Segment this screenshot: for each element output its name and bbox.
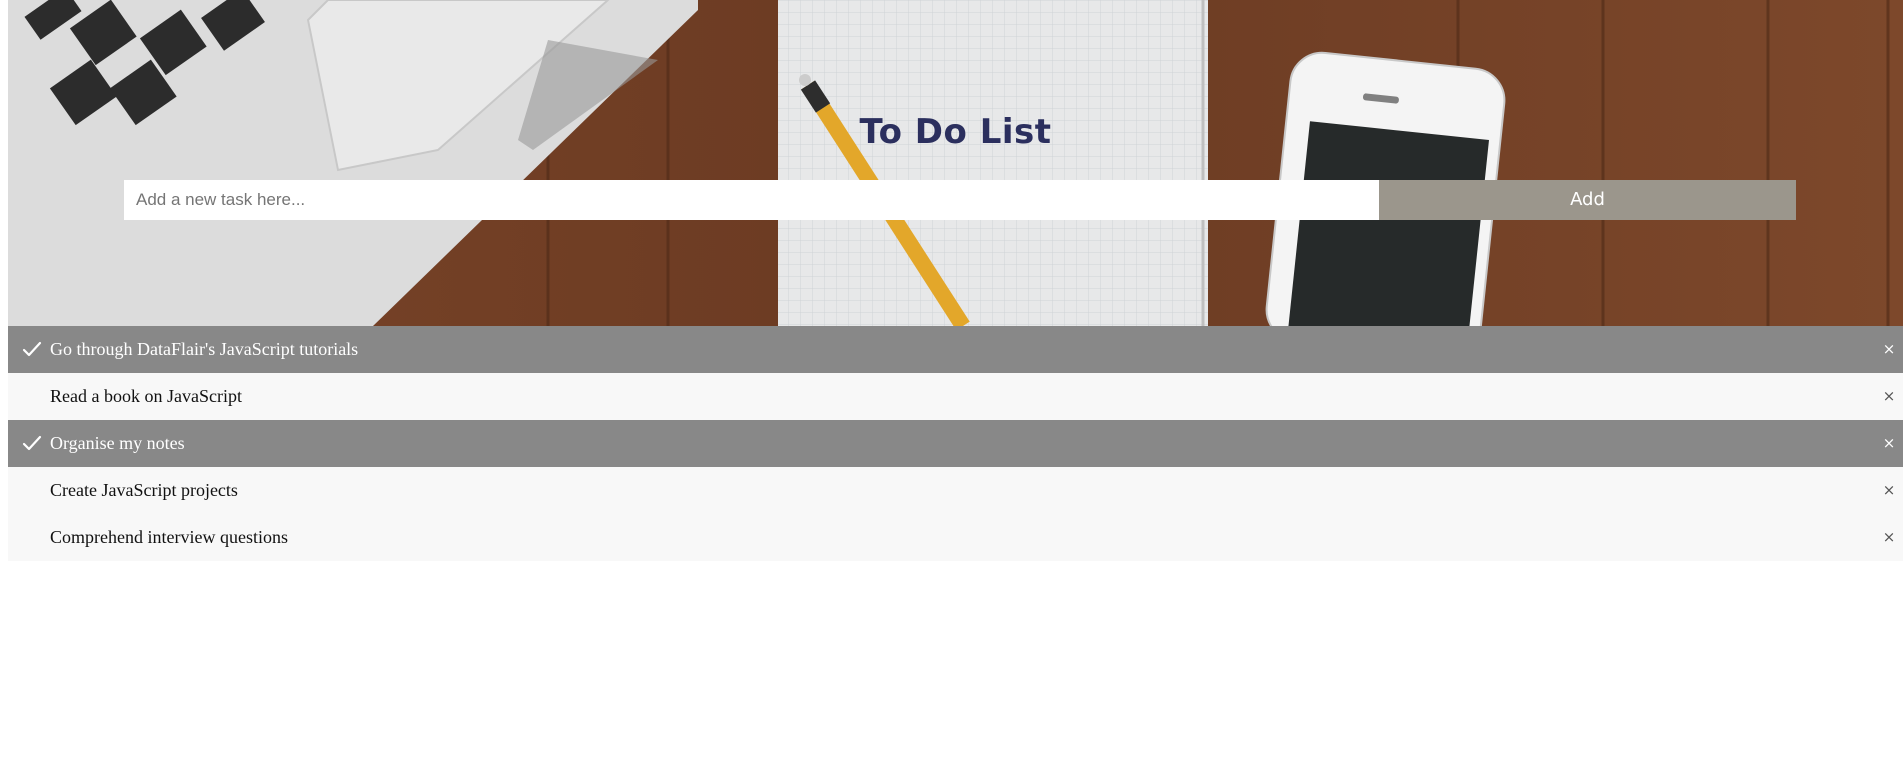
new-task-input[interactable] bbox=[124, 180, 1379, 220]
task-text: Go through DataFlair's JavaScript tutori… bbox=[50, 339, 359, 359]
task-text: Read a book on JavaScript bbox=[50, 386, 242, 406]
close-icon[interactable]: × bbox=[1875, 514, 1903, 561]
add-task-button[interactable]: Add bbox=[1379, 180, 1796, 220]
close-icon[interactable]: × bbox=[1875, 373, 1903, 420]
task-text: Organise my notes bbox=[50, 433, 185, 453]
task-item[interactable]: Go through DataFlair's JavaScript tutori… bbox=[8, 326, 1903, 373]
task-list: Go through DataFlair's JavaScript tutori… bbox=[8, 326, 1903, 561]
check-icon bbox=[22, 435, 42, 451]
task-text: Comprehend interview questions bbox=[50, 527, 288, 547]
notepad-image bbox=[778, 0, 1208, 326]
header-banner: To Do List Add bbox=[8, 0, 1903, 326]
page-title: To Do List bbox=[859, 112, 1052, 152]
task-item[interactable]: Comprehend interview questions × bbox=[8, 514, 1903, 561]
close-icon[interactable]: × bbox=[1875, 467, 1903, 514]
close-icon[interactable]: × bbox=[1875, 420, 1903, 467]
task-item[interactable]: Read a book on JavaScript × bbox=[8, 373, 1903, 420]
task-item[interactable]: Create JavaScript projects × bbox=[8, 467, 1903, 514]
todo-page: To Do List Add Go through DataFlair's Ja… bbox=[0, 0, 1903, 769]
close-icon[interactable]: × bbox=[1875, 326, 1903, 373]
task-text: Create JavaScript projects bbox=[50, 480, 238, 500]
task-item[interactable]: Organise my notes × bbox=[8, 420, 1903, 467]
check-icon bbox=[22, 341, 42, 357]
desk-background-image bbox=[8, 0, 1903, 326]
